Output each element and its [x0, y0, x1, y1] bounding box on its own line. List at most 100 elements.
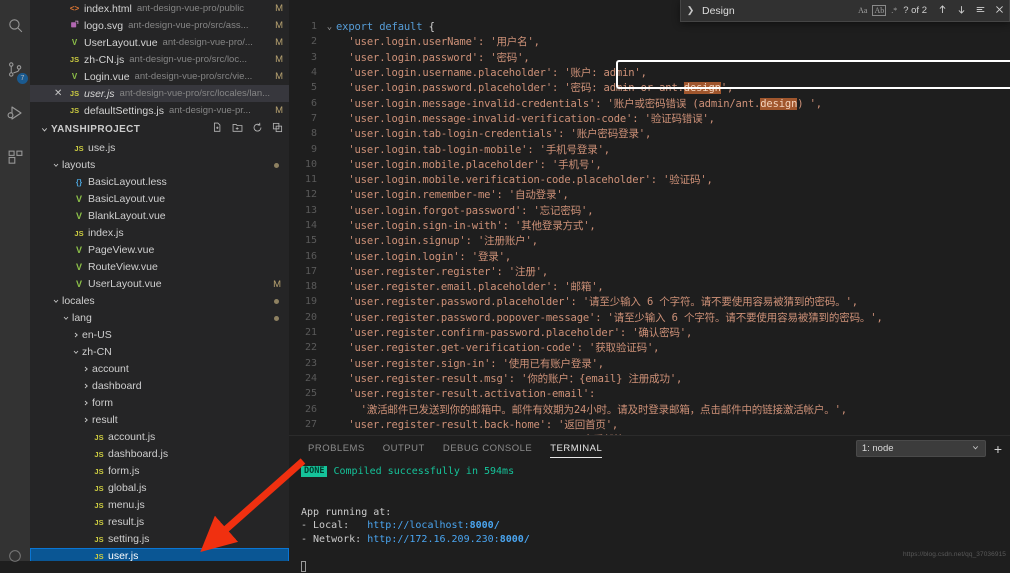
run-debug-icon[interactable]	[0, 94, 30, 132]
close-find-button[interactable]	[994, 2, 1005, 20]
fold-chevron-icon[interactable]: ⌄	[323, 22, 336, 32]
code-segment: '激活邮件已发送到你的邮箱中。邮件有效期为24小时。请及时登录邮箱，点击邮件中的…	[336, 404, 847, 416]
terminal-cursor	[301, 561, 306, 572]
search-icon[interactable]	[0, 6, 30, 44]
line-number: 7	[289, 113, 323, 124]
code-segment: 'user.register.confirm-password.placehol…	[336, 327, 692, 339]
source-control-icon[interactable]: 7	[0, 50, 30, 88]
tree-item[interactable]: {}BasicLayout.less	[30, 174, 289, 191]
tree-item[interactable]: locales	[30, 293, 289, 310]
code-editor[interactable]: 1⌄export default {2 'user.login.userName…	[289, 0, 1010, 435]
find-previous-button[interactable]	[937, 2, 948, 20]
code-segment: 'user.register.password.popover-message'…	[336, 312, 883, 324]
app-running-label: App running at:	[301, 507, 391, 518]
vue-icon: V	[72, 211, 86, 221]
open-editor-item[interactable]: logo.svg ant-design-vue-pro/src/ass... M	[30, 17, 289, 34]
code-line: 6 'user.login.message-invalid-credential…	[289, 95, 1010, 110]
js-icon: JS	[92, 501, 106, 510]
tab-problems[interactable]: PROBLEMS	[299, 436, 374, 461]
tab-debug-console[interactable]: DEBUG CONSOLE	[434, 436, 541, 461]
open-editor-item[interactable]: JS zh-CN.js ant-design-vue-pro/src/loc..…	[30, 51, 289, 68]
tree-item[interactable]: VRouteView.vue	[30, 259, 289, 276]
tab-terminal[interactable]: TERMINAL	[541, 436, 611, 461]
tree-item[interactable]: JSresult.js	[30, 514, 289, 531]
code-text: 'user.register.register': '注册',	[336, 264, 548, 279]
code-text: 'user.login.sign-in-with': '其他登录方式',	[336, 218, 596, 233]
tree-item[interactable]: account	[30, 361, 289, 378]
tree-item[interactable]: JSsetting.js	[30, 531, 289, 548]
tree-item[interactable]: en-US	[30, 327, 289, 344]
find-input[interactable]: Design	[698, 3, 858, 19]
code-segment: 'user.login.login': '登录',	[336, 251, 511, 263]
tree-item[interactable]: JSmenu.js	[30, 497, 289, 514]
match-case-option[interactable]: Aa	[858, 6, 867, 15]
line-number: 4	[289, 67, 323, 78]
js-icon: JS	[72, 144, 86, 153]
tree-item[interactable]: JSdashboard.js	[30, 446, 289, 463]
tab-output[interactable]: OUTPUT	[374, 436, 434, 461]
code-line: 18 'user.register.email.placeholder': '邮…	[289, 279, 1010, 294]
refresh-explorer-icon[interactable]	[252, 122, 263, 136]
manage-gear-icon[interactable]	[0, 541, 30, 571]
chevron-right-icon[interactable]: ❯	[683, 5, 698, 16]
tree-item[interactable]: zh-CN	[30, 344, 289, 361]
vue-icon: V	[68, 72, 81, 81]
line-number: 23	[289, 358, 323, 369]
open-editor-item[interactable]: V UserLayout.vue ant-design-vue-pro/... …	[30, 34, 289, 51]
tree-item[interactable]: JSform.js	[30, 463, 289, 480]
code-text: export default {	[336, 21, 435, 33]
network-url[interactable]: http://172.16.209.230:	[367, 534, 499, 545]
use-regex-option[interactable]: .*	[891, 6, 897, 15]
code-segment: 'user.register-result.msg': '你的账户：{email…	[336, 373, 682, 385]
open-editor-item[interactable]: V Login.vue ant-design-vue-pro/src/vie..…	[30, 68, 289, 85]
tree-item-label: BlankLayout.vue	[88, 210, 166, 222]
tree-item[interactable]: VBasicLayout.vue	[30, 191, 289, 208]
match-whole-word-option[interactable]: Ab	[872, 5, 886, 16]
open-editor-name: UserLayout.vue	[84, 37, 158, 49]
tree-item[interactable]: VBlankLayout.vue	[30, 208, 289, 225]
new-folder-icon[interactable]	[232, 122, 243, 136]
collapse-all-icon[interactable]	[272, 122, 283, 136]
network-label: - Network:	[301, 534, 361, 545]
tree-item-selected[interactable]: JSuser.js	[30, 548, 289, 561]
line-number: 15	[289, 235, 323, 246]
tree-item-label: en-US	[82, 329, 112, 341]
terminal-select[interactable]: 1: node	[856, 440, 986, 457]
file-tree: JSuse.jslayouts{}BasicLayout.lessVBasicL…	[30, 140, 289, 561]
find-in-selection-button[interactable]	[975, 2, 986, 20]
tree-item[interactable]: VPageView.vue	[30, 242, 289, 259]
tree-item[interactable]: layouts	[30, 157, 289, 174]
extensions-icon[interactable]	[0, 138, 30, 176]
find-next-button[interactable]	[956, 2, 967, 20]
tree-item[interactable]: VUserLayout.vueM	[30, 276, 289, 293]
explorer-section-header[interactable]: YANSHIPROJECT	[30, 119, 289, 140]
new-terminal-button[interactable]: +	[994, 442, 1002, 456]
tree-item-label: BasicLayout.vue	[88, 193, 165, 205]
network-port[interactable]: 8000/	[500, 534, 530, 545]
open-editor-item[interactable]: JS defaultSettings.js ant-design-vue-pr.…	[30, 102, 289, 119]
open-editor-item[interactable]: <> index.html ant-design-vue-pro/public …	[30, 0, 289, 17]
open-editor-name: logo.svg	[84, 20, 123, 32]
terminal-output[interactable]: DONE Compiled successfully in 594ms App …	[289, 461, 1010, 573]
tree-item[interactable]: form	[30, 395, 289, 412]
open-editor-item-active[interactable]: ✕ JS user.js ant-design-vue-pro/src/loca…	[30, 85, 289, 102]
open-editor-path: ant-design-vue-pro/src/loc...	[129, 54, 271, 65]
local-port[interactable]: 8000/	[470, 520, 500, 531]
modified-badge: M	[275, 105, 283, 116]
close-icon[interactable]: ✕	[54, 85, 62, 102]
line-number: 5	[289, 82, 323, 93]
tree-item[interactable]: JSglobal.js	[30, 480, 289, 497]
code-line: 9 'user.login.tab-login-mobile': '手机号登录'…	[289, 141, 1010, 156]
tree-item[interactable]: JSindex.js	[30, 225, 289, 242]
tree-item[interactable]: JSuse.js	[30, 140, 289, 157]
tree-item[interactable]: result	[30, 412, 289, 429]
code-text: 'user.register.sign-in': '使用已有账户登录',	[336, 356, 604, 371]
code-line: 14 'user.login.sign-in-with': '其他登录方式',	[289, 218, 1010, 233]
modified-badge: M	[275, 20, 283, 31]
tree-item[interactable]: JSaccount.js	[30, 429, 289, 446]
tree-item[interactable]: lang	[30, 310, 289, 327]
code-segment: 'user.login.mobile.verification-code.pla…	[336, 174, 713, 186]
local-url[interactable]: http://localhost:	[367, 520, 469, 531]
new-file-icon[interactable]	[212, 122, 223, 136]
tree-item[interactable]: dashboard	[30, 378, 289, 395]
